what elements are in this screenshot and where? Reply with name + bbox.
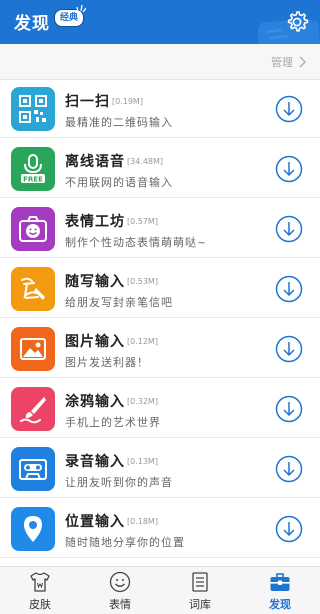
brush-icon bbox=[11, 387, 55, 431]
list-item-offline-voice[interactable]: FREE 离线语音 [34.48M] 不用联网的语音输入 bbox=[0, 140, 320, 198]
plugin-size: [0.13M] bbox=[127, 457, 158, 466]
smiley-icon bbox=[109, 571, 131, 593]
plugin-size: [0.18M] bbox=[127, 517, 158, 526]
plugin-size: [0.57M] bbox=[127, 217, 158, 226]
download-icon[interactable] bbox=[275, 455, 303, 483]
plugin-desc: 手机上的艺术世界 bbox=[65, 416, 161, 429]
plugin-size: [0.53M] bbox=[127, 277, 158, 286]
cassette-icon bbox=[11, 447, 55, 491]
smiley-camera-icon bbox=[11, 207, 55, 251]
download-icon[interactable] bbox=[275, 515, 303, 543]
manage-row: 管理 bbox=[0, 44, 320, 80]
page-title: 发现 bbox=[14, 14, 50, 34]
qrcode-icon bbox=[11, 87, 55, 131]
plugin-size: [0.12M] bbox=[127, 337, 158, 346]
tab-label: 词库 bbox=[189, 598, 211, 611]
download-icon[interactable] bbox=[275, 95, 303, 123]
download-icon[interactable] bbox=[275, 335, 303, 363]
tab-emoji[interactable]: 表情 bbox=[80, 567, 160, 614]
manage-link[interactable]: 管理 bbox=[271, 54, 306, 70]
tab-lexicon[interactable]: 词库 bbox=[160, 567, 240, 614]
free-text: FREE bbox=[23, 176, 43, 184]
plugin-list: 扫一扫 [0.19M] 最精准的二维码输入 FREE 离线语音 [34.48M] 不… bbox=[0, 80, 320, 566]
plugin-size: [34.48M] bbox=[127, 157, 164, 166]
plugin-desc: 随时随地分享你的位置 bbox=[65, 536, 185, 549]
plugin-name: 表情工坊 [0.57M] bbox=[65, 214, 158, 230]
picture-icon bbox=[11, 327, 55, 371]
tab-label: 表情 bbox=[109, 598, 131, 611]
sparkle-icon bbox=[76, 4, 86, 13]
chevron-right-icon bbox=[299, 56, 306, 68]
list-item-scan[interactable]: 扫一扫 [0.19M] 最精准的二维码输入 bbox=[0, 80, 320, 138]
download-icon[interactable] bbox=[275, 275, 303, 303]
plugin-name: 随写输入 [0.53M] bbox=[65, 274, 158, 290]
plugin-name: 涂鸦输入 [0.32M] bbox=[65, 394, 158, 410]
download-icon[interactable] bbox=[275, 155, 303, 183]
handwriting-icon bbox=[11, 267, 55, 311]
top-bar: 发现 经典 bbox=[0, 0, 320, 44]
bottom-tab-bar: 皮肤 表情 词库 发现 bbox=[0, 566, 320, 614]
plugin-name: 录音输入 [0.13M] bbox=[65, 454, 158, 470]
plugin-desc: 不用联网的语音输入 bbox=[65, 176, 173, 189]
tab-skin[interactable]: 皮肤 bbox=[0, 567, 80, 614]
list-item-doodle[interactable]: 涂鸦输入 [0.32M] 手机上的艺术世界 bbox=[0, 380, 320, 438]
tab-discover[interactable]: 发现 bbox=[240, 567, 320, 614]
plugin-size: [0.32M] bbox=[127, 397, 158, 406]
toolbox-icon bbox=[270, 573, 290, 591]
list-item-location[interactable]: 位置输入 [0.18M] 随时随地分享你的位置 bbox=[0, 500, 320, 558]
plugin-desc: 制作个性动态表情萌萌哒~ bbox=[65, 236, 208, 249]
list-item-recording[interactable]: 录音输入 [0.13M] 让朋友听到你的声音 bbox=[0, 440, 320, 498]
list-item-emoji-workshop[interactable]: 表情工坊 [0.57M] 制作个性动态表情萌萌哒~ bbox=[0, 200, 320, 258]
gear-icon[interactable] bbox=[284, 9, 310, 35]
list-item-picture[interactable]: 图片输入 [0.12M] 图片发送利器！ bbox=[0, 320, 320, 378]
location-pin-icon bbox=[11, 507, 55, 551]
plugin-desc: 给朋友写封亲笔信吧 bbox=[65, 296, 173, 309]
tshirt-icon bbox=[30, 572, 50, 592]
download-icon[interactable] bbox=[275, 395, 303, 423]
plugin-desc: 图片发送利器！ bbox=[65, 356, 149, 369]
book-icon bbox=[192, 572, 208, 592]
list-item-handwriting[interactable]: 随写输入 [0.53M] 给朋友写封亲笔信吧 bbox=[0, 260, 320, 318]
tab-label: 发现 bbox=[269, 598, 291, 611]
plugin-name: 位置输入 [0.18M] bbox=[65, 514, 158, 530]
manage-label: 管理 bbox=[271, 56, 293, 69]
plugin-name: 离线语音 [34.48M] bbox=[65, 154, 164, 170]
download-icon[interactable] bbox=[275, 215, 303, 243]
plugin-name: 图片输入 [0.12M] bbox=[65, 334, 158, 350]
tab-label: 皮肤 bbox=[29, 598, 51, 611]
microphone-free-icon: FREE bbox=[11, 147, 55, 191]
plugin-size: [0.19M] bbox=[112, 97, 143, 106]
plugin-desc: 让朋友听到你的声音 bbox=[65, 476, 173, 489]
plugin-desc: 最精准的二维码输入 bbox=[65, 116, 173, 129]
plugin-name: 扫一扫 [0.19M] bbox=[65, 94, 143, 110]
